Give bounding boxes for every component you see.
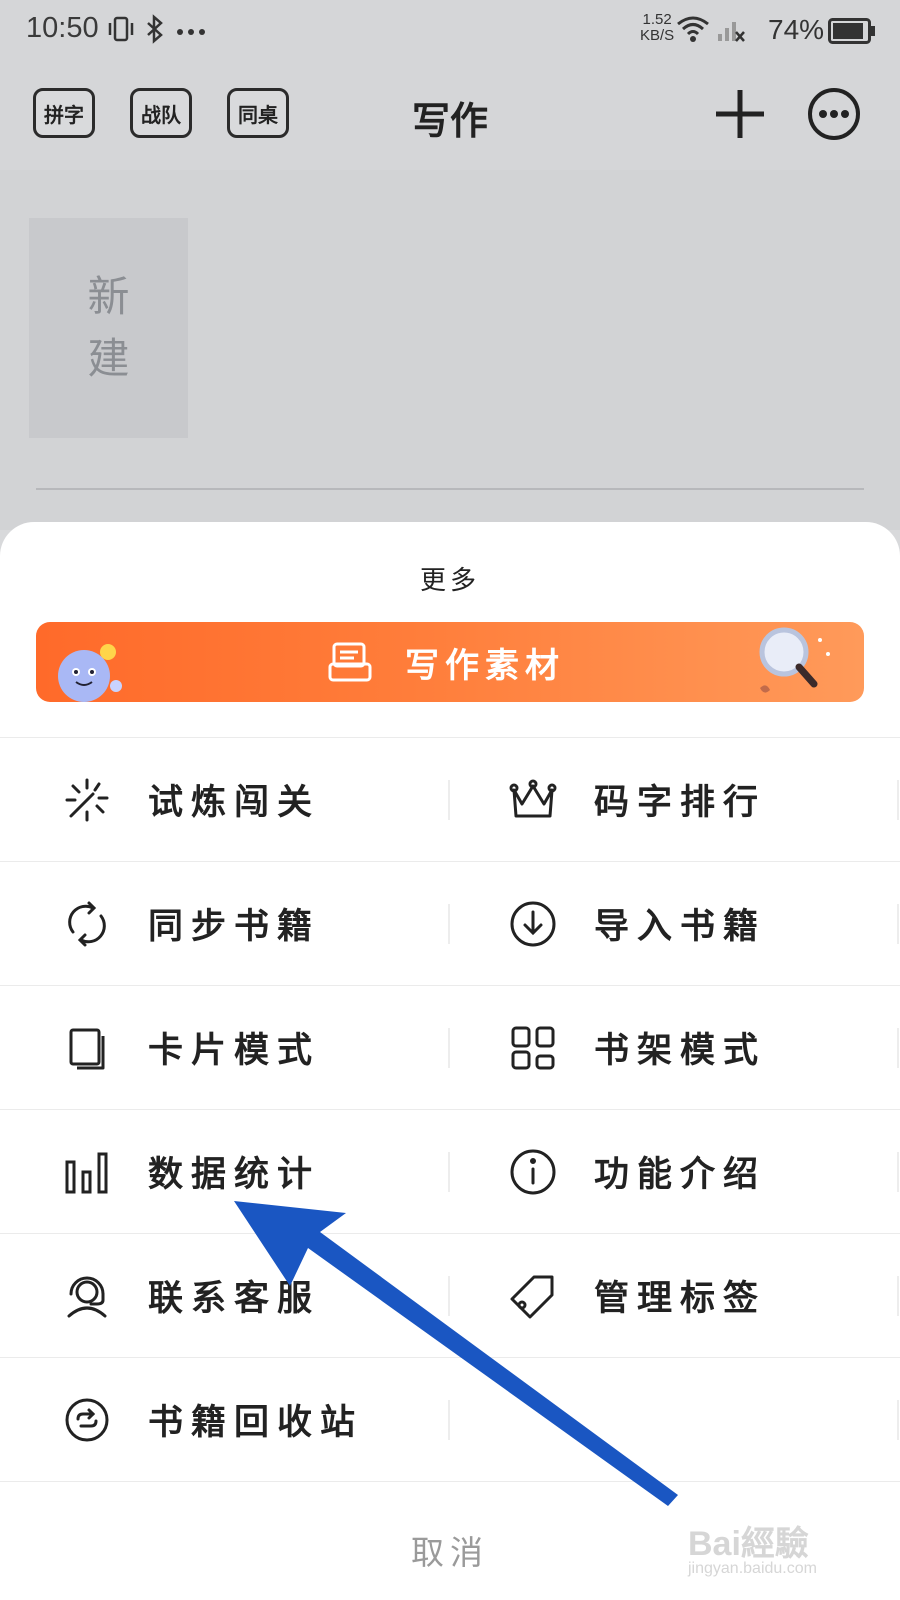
menu-row: 卡片模式 书架模式 <box>0 986 900 1110</box>
menu-row: 同步书籍 导入书籍 <box>0 862 900 986</box>
menu-item-card-mode[interactable]: 卡片模式 <box>0 986 450 1109</box>
menu-row: 联系客服 管理标签 <box>0 1234 900 1358</box>
menu-label: 卡片模式 <box>148 1031 321 1071</box>
cards-icon <box>60 1021 114 1075</box>
sync-icon <box>60 897 114 951</box>
status-bar: 10:50 1.52 KB/S 74% <box>0 0 900 64</box>
menu-label: 试炼闯关 <box>148 783 321 823</box>
tag-icon <box>506 1269 560 1323</box>
column-divider <box>897 904 899 944</box>
chip-zhandui[interactable]: 战队 <box>130 88 192 138</box>
bar-chart-icon <box>60 1145 114 1199</box>
menu-item-trial[interactable]: 试炼闯关 <box>0 738 450 861</box>
magnifier-icon <box>754 622 854 702</box>
sheet-title: 更多 <box>419 566 480 596</box>
menu-row: 试炼闯关 码字排行 <box>0 738 900 862</box>
app-header: 拼字 战队 同桌 写作 <box>0 64 900 170</box>
grid-icon <box>506 1021 560 1075</box>
menu-item-import[interactable]: 导入书籍 <box>450 862 900 985</box>
watermark-brand: Bai經驗 <box>688 1525 809 1563</box>
plus-icon <box>716 90 764 138</box>
divider <box>36 488 864 490</box>
menu-label: 码字排行 <box>594 783 767 823</box>
column-divider <box>897 1028 899 1068</box>
chip-pinzi[interactable]: 拼字 <box>33 88 95 138</box>
info-icon <box>506 1145 560 1199</box>
menu-label: 书籍回收站 <box>148 1403 364 1443</box>
wifi-icon <box>676 14 710 48</box>
column-divider <box>897 1276 899 1316</box>
headset-icon <box>60 1269 114 1323</box>
column-divider <box>897 1400 899 1440</box>
book-list-area: 新 建 <box>0 170 900 530</box>
menu-row: 书籍回收站 <box>0 1358 900 1482</box>
column-divider <box>897 780 899 820</box>
banner-label: 写作素材 <box>405 646 565 686</box>
add-button[interactable] <box>712 84 768 148</box>
status-time: 10:50 <box>26 12 99 44</box>
signal-icon <box>716 14 746 48</box>
watermark-url: jingyan.baidu.com <box>688 1560 817 1577</box>
more-button[interactable] <box>804 84 864 148</box>
more-notifications-icon <box>176 22 206 41</box>
network-speed-unit: KB/S <box>640 27 675 44</box>
menu-item-ranking[interactable]: 码字排行 <box>450 738 900 861</box>
menu-item-features[interactable]: 功能介绍 <box>450 1110 900 1233</box>
crown-icon <box>506 773 560 827</box>
menu-label: 书架模式 <box>594 1031 767 1071</box>
menu-item-shelf-mode[interactable]: 书架模式 <box>450 986 900 1109</box>
bluetooth-icon <box>144 14 166 48</box>
menu-item-tags[interactable]: 管理标签 <box>450 1234 900 1357</box>
menu-label: 数据统计 <box>148 1155 321 1195</box>
more-circle-icon <box>808 88 860 140</box>
menu-item-statistics[interactable]: 数据统计 <box>0 1110 450 1233</box>
new-book-card[interactable]: 新 建 <box>29 218 188 438</box>
menu-label: 联系客服 <box>148 1279 321 1319</box>
menu-item-support[interactable]: 联系客服 <box>0 1234 450 1357</box>
network-speed-value: 1.52 <box>642 11 672 28</box>
chip-tongzhuo[interactable]: 同桌 <box>227 88 289 138</box>
menu-row: 数据统计 功能介绍 <box>0 1110 900 1234</box>
menu-label: 功能介绍 <box>594 1155 767 1195</box>
battery-icon <box>828 18 876 48</box>
new-card-text-1: 新 <box>87 272 130 321</box>
menu-label: 同步书籍 <box>148 907 321 947</box>
recycle-icon <box>60 1393 114 1447</box>
menu-item-recycle-bin[interactable]: 书籍回收站 <box>0 1358 450 1481</box>
menu-grid: 试炼闯关 码字排行 同步书籍 导入书籍 卡片模式 书架模式 数据统计 功能介绍 … <box>0 737 900 1482</box>
writing-material-banner[interactable]: 写作素材 <box>36 622 864 702</box>
sparkle-icon <box>60 773 114 827</box>
network-speed: 1.52 KB/S <box>640 12 674 44</box>
more-bottom-sheet: 更多 写作素材 试炼闯关 码字排行 同步书籍 导入书籍 卡片模式 书架模式 数据… <box>0 522 900 1600</box>
vibrate-icon <box>106 14 136 48</box>
column-divider <box>897 1152 899 1192</box>
column-divider <box>448 1400 450 1440</box>
menu-label: 导入书籍 <box>594 907 767 947</box>
new-card-text-2: 建 <box>87 334 130 383</box>
battery-percent: 74% <box>768 14 825 45</box>
download-circle-icon <box>506 897 560 951</box>
menu-label: 管理标签 <box>594 1279 767 1319</box>
menu-item-sync[interactable]: 同步书籍 <box>0 862 450 985</box>
